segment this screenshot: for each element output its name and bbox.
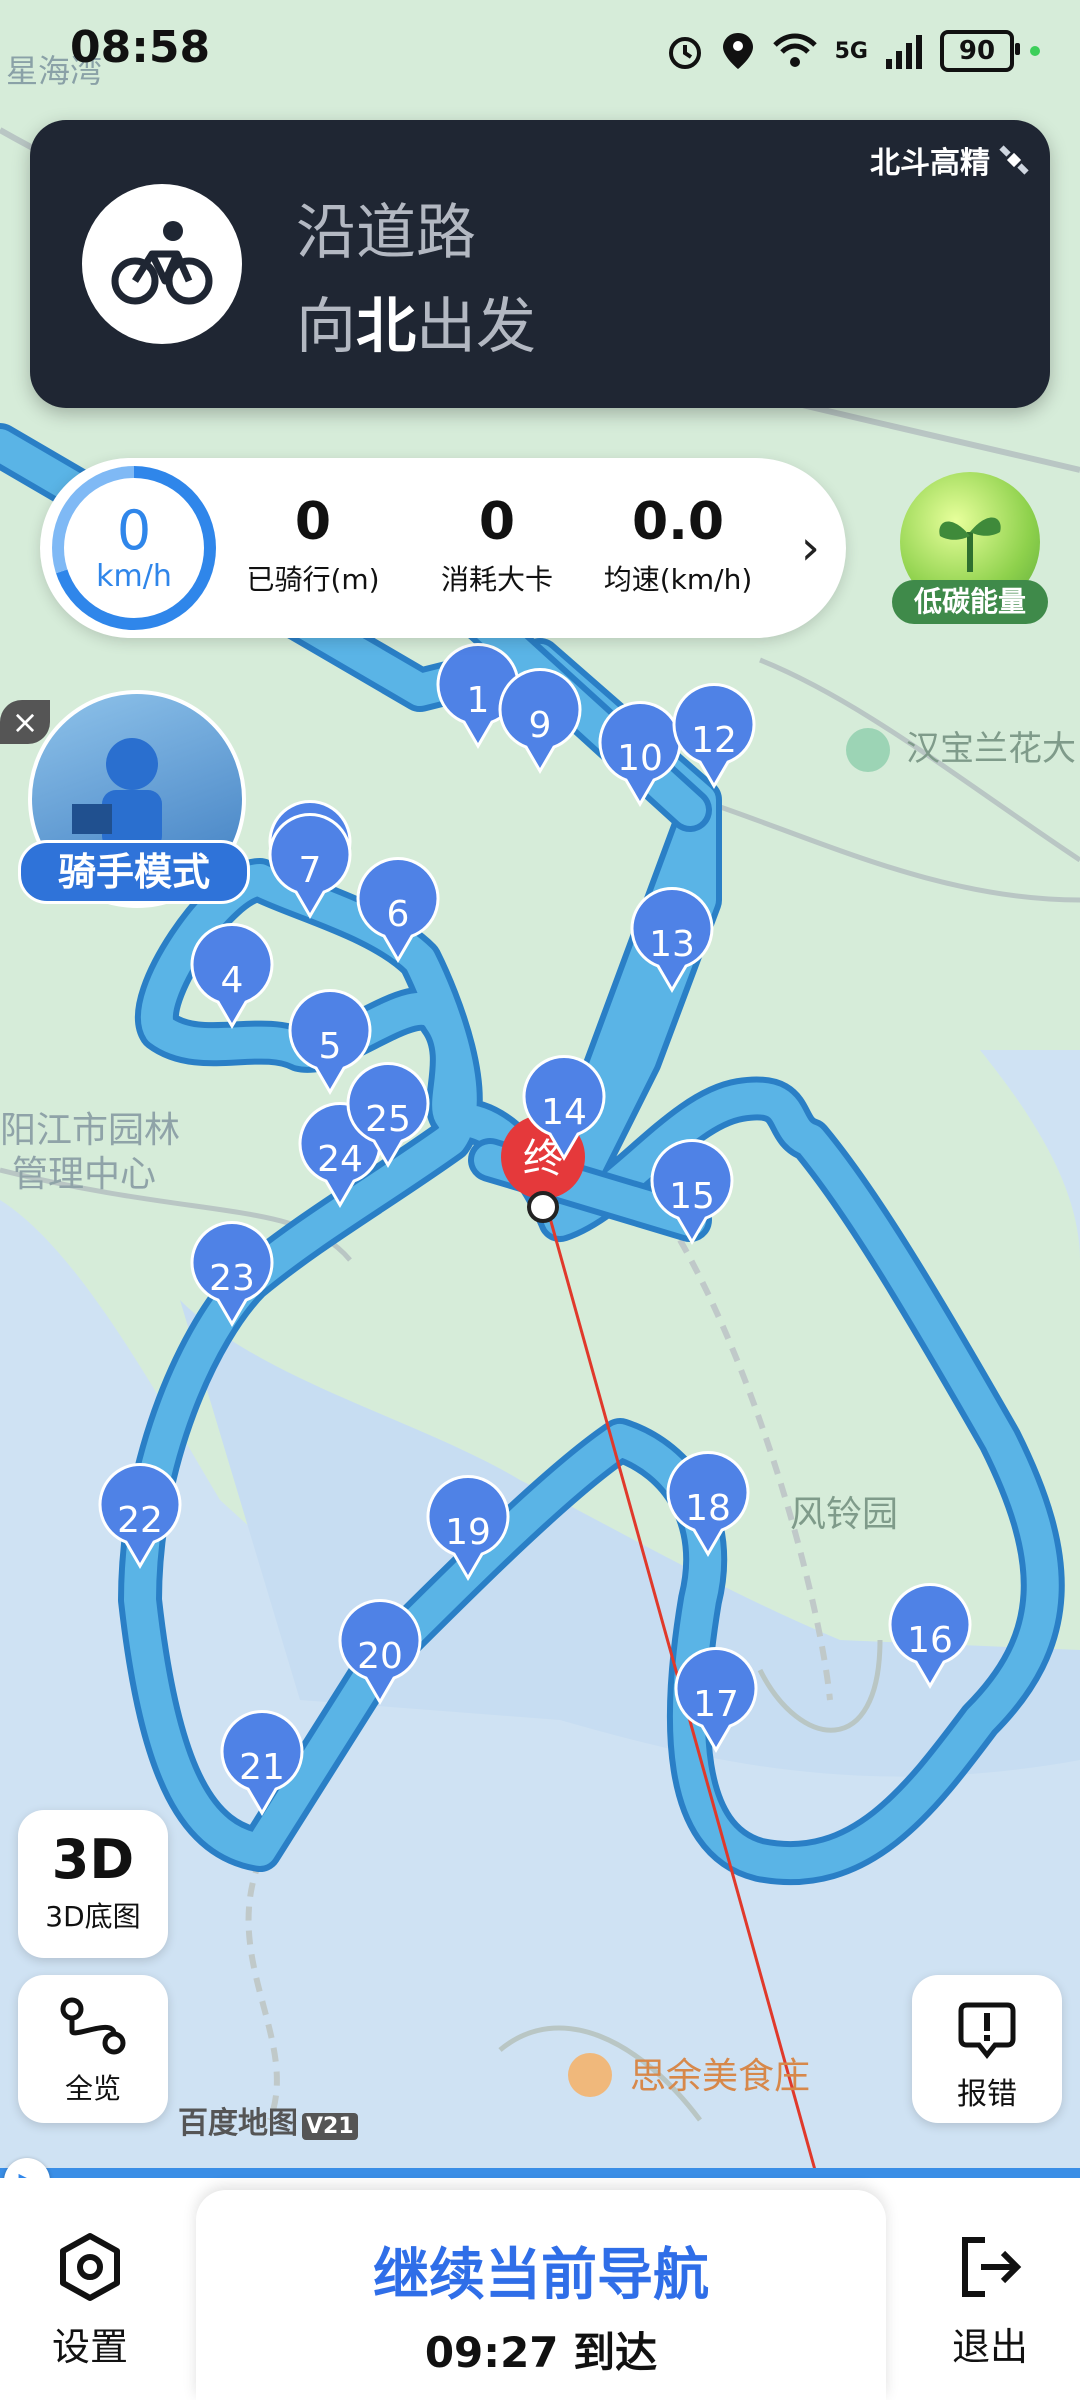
calories-label: 消耗大卡: [440, 563, 553, 596]
low-carbon-energy-button[interactable]: 低碳能量: [892, 472, 1048, 632]
distance-label: 已骑行(m): [246, 563, 380, 596]
distance-stat: 0 已骑行(m): [238, 494, 388, 598]
waypoint-label: 12: [691, 720, 737, 761]
waypoint-label: 1: [467, 680, 490, 721]
waypoint-label: 17: [693, 1684, 739, 1725]
attribution-version: V21: [302, 2113, 358, 2140]
waypoint-label: 24: [317, 1139, 363, 1180]
poi-label: 管理中心: [12, 1154, 156, 1195]
speed-value: 0: [116, 498, 152, 562]
waypoint-label: 18: [685, 1488, 731, 1529]
satellite-icon: [999, 145, 1029, 175]
waypoint-label: 23: [209, 1258, 255, 1299]
speed-gauge: 0 km/h: [52, 466, 216, 630]
waypoint-label: 25: [365, 1099, 411, 1140]
status-icons: 5G 90: [665, 26, 1040, 76]
waypoint-label: 16: [907, 1620, 953, 1661]
battery-icon: 90: [940, 30, 1020, 72]
overview-label: 全览: [64, 2072, 121, 2105]
positioning-badge: 北斗高精: [870, 138, 1030, 182]
report-label: 报错: [957, 2077, 1017, 2112]
exit-label: 退出: [951, 2325, 1028, 2369]
wifi-icon: [772, 33, 817, 67]
speed-unit: km/h: [96, 558, 172, 594]
waypoint-label: 4: [221, 960, 244, 1001]
nav-direction-suffix: 出发: [416, 292, 536, 362]
nav-direction-word: 北: [356, 292, 416, 362]
settings-label: 设置: [51, 2325, 128, 2369]
average-speed-stat: 0.0 均速(km/h): [596, 494, 760, 598]
settings-icon: [60, 2233, 120, 2301]
poi-label: 阳江市园林: [0, 1110, 180, 1151]
distance-value: 0: [294, 492, 332, 552]
waypoint-label: 5: [319, 1026, 342, 1067]
waypoint-label: 22: [117, 1500, 163, 1541]
continue-navigation-label: 继续当前导航: [373, 2243, 709, 2308]
waypoint-label: 21: [239, 1747, 285, 1788]
3d-label: 3D: [51, 1828, 135, 1891]
average-speed-value: 0.0: [631, 492, 725, 552]
low-carbon-label: 低碳能量: [892, 580, 1048, 624]
chevron-right-icon[interactable]: ›: [801, 520, 820, 576]
waypoint-label: 6: [387, 894, 410, 935]
attribution-label: 百度地图: [178, 2106, 298, 2141]
settings-button[interactable]: 设置: [40, 2232, 140, 2371]
exit-button[interactable]: 退出: [940, 2232, 1040, 2371]
waypoint-label: 15: [669, 1176, 715, 1217]
route-overview-icon: [60, 1997, 126, 2055]
map-attribution: 百度地图 V21: [178, 2098, 358, 2142]
status-dot: [1030, 46, 1040, 56]
waypoint-label: 10: [617, 738, 663, 779]
nav-direction-text: 向北出发: [296, 278, 536, 365]
location-icon: [722, 33, 753, 69]
poi-label: 风铃园: [790, 1494, 898, 1535]
waypoint-label: 7: [299, 850, 322, 891]
report-icon: [958, 2002, 1016, 2060]
alarm-icon: [668, 37, 701, 69]
exit-icon: [962, 2237, 1022, 2297]
nav-direction-prefix: 向: [296, 292, 356, 362]
bicycle-icon: [82, 184, 242, 344]
waypoint-label: 14: [541, 1092, 587, 1133]
close-icon[interactable]: ×: [0, 700, 50, 744]
waypoint-label: 20: [357, 1636, 403, 1677]
report-error-button[interactable]: 报错: [912, 1975, 1062, 2123]
3d-basemap-label: 3D底图: [45, 1900, 141, 1933]
calories-stat: 0 消耗大卡: [422, 494, 572, 598]
ride-stats-card[interactable]: 0 km/h 0 已骑行(m) 0 消耗大卡 0.0 均速(km/h) ›: [40, 458, 846, 638]
overview-button[interactable]: 全览: [18, 1975, 168, 2123]
signal-icon: [886, 35, 922, 69]
calories-value: 0: [478, 492, 516, 552]
status-bar: 08:58 5G 90: [0, 0, 1080, 100]
poi-label: 思余美食庄: [630, 2056, 810, 2097]
navigation-instruction-card: 沿道路 向北出发 北斗高精: [30, 120, 1050, 408]
waypoint-label: 13: [649, 924, 695, 965]
rider-mode-button[interactable]: 骑手模式: [18, 690, 250, 910]
waypoint-label: 9: [529, 705, 552, 746]
route-progress-bar: [0, 2168, 1080, 2178]
average-speed-label: 均速(km/h): [603, 563, 753, 596]
continue-navigation-button[interactable]: 继续当前导航 09:27 到达: [196, 2190, 886, 2400]
nav-road-text: 沿道路: [296, 198, 476, 268]
status-time: 08:58: [70, 22, 211, 73]
poi-label: 汉宝兰花大: [906, 729, 1076, 769]
network-label: 5G: [834, 38, 868, 64]
positioning-label: 北斗高精: [870, 146, 990, 181]
3d-map-button[interactable]: 3D 3D底图: [18, 1810, 168, 1958]
rider-mode-label: 骑手模式: [18, 840, 250, 904]
waypoint-label: 19: [445, 1512, 491, 1553]
eta-label: 09:27 到达: [424, 2328, 658, 2377]
